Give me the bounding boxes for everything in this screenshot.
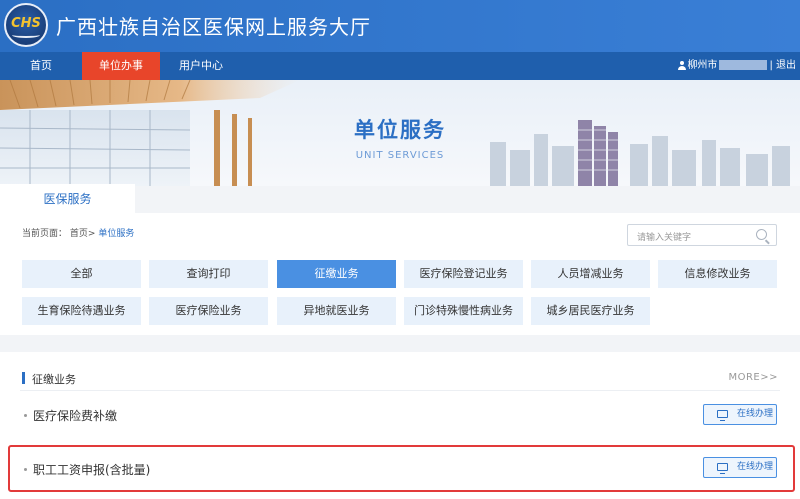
category-urban-rural-medical[interactable]: 城乡居民医疗业务: [531, 297, 650, 325]
search-input[interactable]: 请输入关键字: [637, 230, 691, 243]
category-query-print[interactable]: 查询打印: [149, 260, 268, 288]
breadcrumb-current: 单位服务: [98, 229, 135, 239]
monitor-icon: [717, 410, 728, 421]
breadcrumb-separator: >: [87, 229, 96, 239]
bullet-icon: [24, 414, 27, 417]
masked-username: [719, 60, 768, 70]
logout-link[interactable]: 退出: [776, 60, 796, 71]
category-offsite-medical[interactable]: 异地就医业务: [277, 297, 396, 325]
logo-text: CHS: [11, 16, 41, 31]
category-all[interactable]: 全部: [22, 260, 141, 288]
category-medical-insurance[interactable]: 医疗保险业务: [149, 297, 268, 325]
nav-separator: |: [769, 60, 773, 71]
nav-home[interactable]: 首页: [0, 52, 82, 80]
section-title: 征缴业务: [32, 373, 76, 386]
more-link[interactable]: MORE>>: [728, 372, 778, 383]
online-handle-button[interactable]: 在线办理: [703, 404, 777, 425]
category-collection[interactable]: 征缴业务: [277, 260, 396, 288]
breadcrumb-prefix: 当前页面：: [22, 229, 68, 239]
service-item-label[interactable]: 医疗保险费补缴: [33, 407, 117, 424]
user-icon: [678, 60, 687, 70]
tab-medical-insurance-service[interactable]: 医保服务: [0, 184, 135, 214]
chs-logo-icon: CHS: [4, 3, 48, 47]
category-chronic-outpatient[interactable]: 门诊特殊慢性病业务: [404, 297, 523, 325]
highlight-box: [8, 445, 795, 492]
category-personnel-change[interactable]: 人员增减业务: [531, 260, 650, 288]
service-filter-card: 当前页面： 首页> 单位服务 请输入关键字 全部 查询打印 征缴业务 医疗保险登…: [0, 213, 800, 335]
nav-user-center[interactable]: 用户中心: [160, 52, 242, 80]
site-title: 广西壮族自治区医保网上服务大厅: [56, 15, 371, 39]
section-marker: [22, 372, 25, 384]
banner-title: 单位服务: [354, 118, 446, 142]
search-icon[interactable]: [756, 229, 767, 240]
breadcrumb-home[interactable]: 首页: [70, 229, 88, 239]
search-box[interactable]: 请输入关键字: [627, 224, 777, 246]
logo-swoosh: [12, 32, 40, 38]
banner: 单位服务 UNIT SERVICES: [0, 80, 800, 186]
category-insurance-registration[interactable]: 医疗保险登记业务: [404, 260, 523, 288]
online-handle-label: 在线办理: [737, 409, 774, 419]
nav-user-area: 柳州市 | 退出: [678, 52, 796, 80]
category-info-modification[interactable]: 信息修改业务: [658, 260, 777, 288]
banner-subtitle: UNIT SERVICES: [355, 150, 445, 161]
category-maternity-benefits[interactable]: 生育保险待遇业务: [22, 297, 141, 325]
main-nav: 首页 单位办事 用户中心 柳州市 | 退出: [0, 52, 800, 80]
user-city[interactable]: 柳州市: [687, 60, 717, 71]
breadcrumb: 当前页面： 首页> 单位服务: [22, 226, 134, 239]
site-header: CHS 广西壮族自治区医保网上服务大厅: [0, 0, 800, 52]
nav-unit-affairs[interactable]: 单位办事: [82, 52, 160, 80]
section-divider: [20, 390, 780, 391]
